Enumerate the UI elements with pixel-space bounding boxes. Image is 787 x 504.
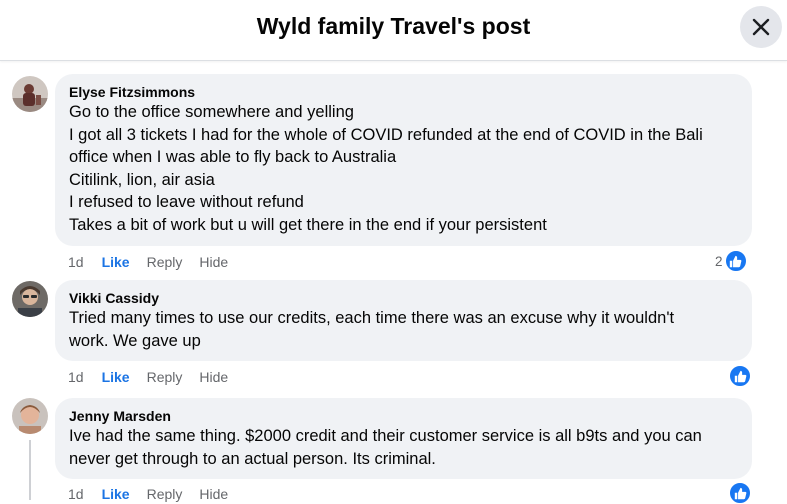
avatar[interactable] — [12, 281, 48, 317]
comment-text-line: office when I was able to fly back to Au… — [69, 148, 397, 166]
comment-text-line: I got all 3 tickets I had for the whole … — [69, 125, 703, 144]
hide-button[interactable]: Hide — [199, 486, 228, 502]
comment-actions: 1d Like Reply Hide — [68, 369, 245, 385]
like-reaction-icon — [724, 250, 747, 272]
comment-text-line: Tried many times to use our credits, eac… — [69, 309, 675, 327]
comment-text-line: Takes a bit of work but u will get there… — [69, 215, 547, 234]
avatar[interactable] — [12, 76, 48, 112]
like-button[interactable]: Like — [102, 254, 130, 270]
comment-actions: 1d Like Reply Hide — [68, 486, 245, 502]
comment-text-line: I refused to leave without refund — [69, 193, 304, 211]
like-reaction-icon — [729, 482, 751, 504]
comment-text-line: work. We gave up — [69, 331, 201, 350]
reaction-count: 2 — [715, 253, 723, 269]
comment-timestamp: 1d — [68, 486, 84, 502]
comment-text-line: Ive had the same thing. $2000 credit and… — [69, 427, 702, 445]
reply-button[interactable]: Reply — [147, 254, 183, 270]
like-button[interactable]: Like — [102, 369, 130, 385]
dialog-title: Wyld family Travel's post — [256, 13, 531, 39]
hide-button[interactable]: Hide — [199, 254, 228, 270]
reply-thread-line — [29, 440, 31, 500]
reaction-summary[interactable] — [727, 482, 751, 504]
comment-author[interactable]: Elyse Fitzsimmons — [69, 83, 738, 101]
comment-text-line: never get through to an actual person. I… — [69, 449, 436, 468]
comment-timestamp: 1d — [68, 254, 84, 270]
reply-button[interactable]: Reply — [147, 486, 183, 502]
close-button[interactable] — [740, 6, 782, 48]
like-reaction-icon — [729, 365, 751, 387]
comment-author[interactable]: Jenny Marsden — [69, 407, 738, 425]
comment-actions: 1d Like Reply Hide — [68, 254, 245, 270]
avatar[interactable] — [12, 398, 48, 434]
hide-button[interactable]: Hide — [199, 369, 228, 385]
comment-timestamp: 1d — [68, 369, 84, 385]
comment-text-line: Go to the office somewhere and yelling — [69, 103, 354, 121]
comment-bubble: Jenny Marsden Ive had the same thing. $2… — [55, 398, 752, 479]
reaction-summary[interactable]: 2 — [715, 250, 747, 272]
post-dialog-header: Wyld family Travel's post — [0, 0, 787, 61]
comment-author[interactable]: Vikki Cassidy — [69, 289, 738, 307]
comment-text-line: Citilink, lion, air asia — [69, 170, 215, 189]
reply-button[interactable]: Reply — [147, 369, 183, 385]
comment-bubble: Vikki Cassidy Tried many times to use ou… — [55, 280, 752, 361]
close-icon — [752, 18, 770, 36]
comment-bubble: Elyse Fitzsimmons Go to the office somew… — [55, 74, 752, 246]
like-button[interactable]: Like — [102, 486, 130, 502]
reaction-summary[interactable] — [727, 365, 751, 387]
